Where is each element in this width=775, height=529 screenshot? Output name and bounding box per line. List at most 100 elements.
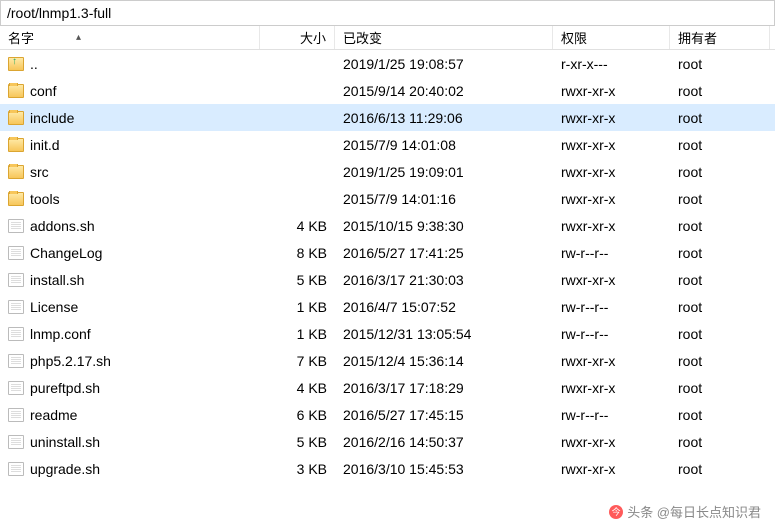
cell-modified: 2016/6/13 11:29:06: [335, 110, 553, 126]
modified-text: 2015/10/15 9:38:30: [343, 218, 464, 234]
perm-text: rwxr-xr-x: [561, 110, 615, 126]
size-text: 4 KB: [297, 218, 327, 234]
modified-text: 2019/1/25 19:08:57: [343, 56, 464, 72]
header-name[interactable]: 名字 ▴: [0, 26, 260, 49]
table-row[interactable]: readme6 KB2016/5/27 17:45:15rw-r--r--roo…: [0, 401, 775, 428]
owner-text: root: [678, 110, 702, 126]
cell-size: 1 KB: [260, 326, 335, 342]
cell-owner: root: [670, 353, 770, 369]
file-icon: [8, 381, 24, 395]
cell-size: 4 KB: [260, 218, 335, 234]
path-text: /root/lnmp1.3-full: [7, 5, 111, 21]
header-modified[interactable]: 已改变: [335, 26, 553, 49]
cell-perm: rwxr-xr-x: [553, 218, 670, 234]
header-size-label: 大小: [300, 28, 326, 47]
cell-owner: root: [670, 56, 770, 72]
owner-text: root: [678, 299, 702, 315]
table-row[interactable]: pureftpd.sh4 KB2016/3/17 17:18:29rwxr-xr…: [0, 374, 775, 401]
table-row[interactable]: upgrade.sh3 KB2016/3/10 15:45:53rwxr-xr-…: [0, 455, 775, 482]
cell-modified: 2015/9/14 20:40:02: [335, 83, 553, 99]
owner-text: root: [678, 272, 702, 288]
file-icon: [8, 219, 24, 233]
modified-text: 2015/12/4 15:36:14: [343, 353, 464, 369]
table-row[interactable]: src 2019/1/25 19:09:01 rwxr-xr-x root: [0, 158, 775, 185]
modified-text: 2016/5/27 17:41:25: [343, 245, 464, 261]
cell-name: conf: [0, 83, 260, 99]
cell-perm: rwxr-xr-x: [553, 164, 670, 180]
cell-modified: 2016/4/7 15:07:52: [335, 299, 553, 315]
cell-owner: root: [670, 218, 770, 234]
owner-text: root: [678, 326, 702, 342]
table-row[interactable]: init.d2015/7/9 14:01:08rwxr-xr-xroot: [0, 131, 775, 158]
header-name-label: 名字: [8, 28, 34, 47]
perm-text: rwxr-xr-x: [561, 353, 615, 369]
perm-text: rw-r--r--: [561, 407, 608, 423]
header-permissions[interactable]: 权限: [553, 26, 670, 49]
cell-name: upgrade.sh: [0, 461, 260, 477]
perm-text: rw-r--r--: [561, 326, 608, 342]
cell-perm: rw-r--r--: [553, 407, 670, 423]
cell-size: 3 KB: [260, 461, 335, 477]
cell-owner: root: [670, 110, 770, 126]
perm-text: rw-r--r--: [561, 245, 608, 261]
table-row[interactable]: php5.2.17.sh7 KB2015/12/4 15:36:14rwxr-x…: [0, 347, 775, 374]
cell-perm: rwxr-xr-x: [553, 110, 670, 126]
cell-owner: root: [670, 407, 770, 423]
file-icon: [8, 273, 24, 287]
file-name: src: [30, 164, 49, 180]
perm-text: rwxr-xr-x: [561, 83, 615, 99]
table-row[interactable]: install.sh5 KB2016/3/17 21:30:03rwxr-xr-…: [0, 266, 775, 293]
file-name: ChangeLog: [30, 245, 102, 261]
cell-modified: 2019/1/25 19:09:01: [335, 164, 553, 180]
cell-name: lnmp.conf: [0, 326, 260, 342]
perm-text: r-xr-x---: [561, 56, 608, 72]
header-owner[interactable]: 拥有者: [670, 26, 770, 49]
table-row[interactable]: lnmp.conf1 KB2015/12/31 13:05:54rw-r--r-…: [0, 320, 775, 347]
cell-modified: 2016/3/10 15:45:53: [335, 461, 553, 477]
cell-owner: root: [670, 83, 770, 99]
folder-icon: [8, 192, 24, 206]
header-size[interactable]: 大小: [260, 26, 335, 49]
perm-text: rwxr-xr-x: [561, 164, 615, 180]
file-name: include: [30, 110, 74, 126]
folder-icon: [8, 165, 24, 179]
table-row[interactable]: include 2016/6/13 11:29:06 rwxr-xr-x root: [0, 104, 775, 131]
table-row[interactable]: conf 2015/9/14 20:40:02 rwxr-xr-x root: [0, 77, 775, 104]
folder-icon: [8, 138, 24, 152]
cell-owner: root: [670, 380, 770, 396]
path-bar[interactable]: /root/lnmp1.3-full: [0, 0, 775, 26]
cell-size: 7 KB: [260, 353, 335, 369]
file-icon: [8, 435, 24, 449]
size-text: 5 KB: [297, 272, 327, 288]
table-row[interactable]: tools2015/7/9 14:01:16rwxr-xr-xroot: [0, 185, 775, 212]
cell-modified: 2016/5/27 17:41:25: [335, 245, 553, 261]
perm-text: rwxr-xr-x: [561, 137, 615, 153]
cell-size: 1 KB: [260, 299, 335, 315]
watermark: 今 头条 @每日长点知识君: [609, 502, 761, 521]
file-name: tools: [30, 191, 60, 207]
cell-name: ..: [0, 56, 260, 72]
cell-name: readme: [0, 407, 260, 423]
cell-owner: root: [670, 164, 770, 180]
table-row[interactable]: .. 2019/1/25 19:08:57 r-xr-x--- root: [0, 50, 775, 77]
header-perm-label: 权限: [561, 28, 587, 47]
table-row[interactable]: uninstall.sh5 KB2016/2/16 14:50:37rwxr-x…: [0, 428, 775, 455]
file-name: uninstall.sh: [30, 434, 100, 450]
owner-text: root: [678, 164, 702, 180]
cell-name: uninstall.sh: [0, 434, 260, 450]
file-name: addons.sh: [30, 218, 95, 234]
file-name: ..: [30, 56, 38, 72]
modified-text: 2016/4/7 15:07:52: [343, 299, 456, 315]
cell-name: ChangeLog: [0, 245, 260, 261]
table-row[interactable]: ChangeLog 8 KB 2016/5/27 17:41:25 rw-r--r--…: [0, 239, 775, 266]
table-row[interactable]: License1 KB2016/4/7 15:07:52rw-r--r--roo…: [0, 293, 775, 320]
file-icon: [8, 327, 24, 341]
file-name: install.sh: [30, 272, 84, 288]
table-row[interactable]: addons.sh 4 KB 2015/10/15 9:38:30 rwxr-xr-x…: [0, 212, 775, 239]
cell-modified: 2015/12/4 15:36:14: [335, 353, 553, 369]
cell-name: include: [0, 110, 260, 126]
cell-perm: rw-r--r--: [553, 326, 670, 342]
size-text: 8 KB: [297, 245, 327, 261]
perm-text: rwxr-xr-x: [561, 272, 615, 288]
column-header: 名字 ▴ 大小 已改变 权限 拥有者: [0, 26, 775, 50]
